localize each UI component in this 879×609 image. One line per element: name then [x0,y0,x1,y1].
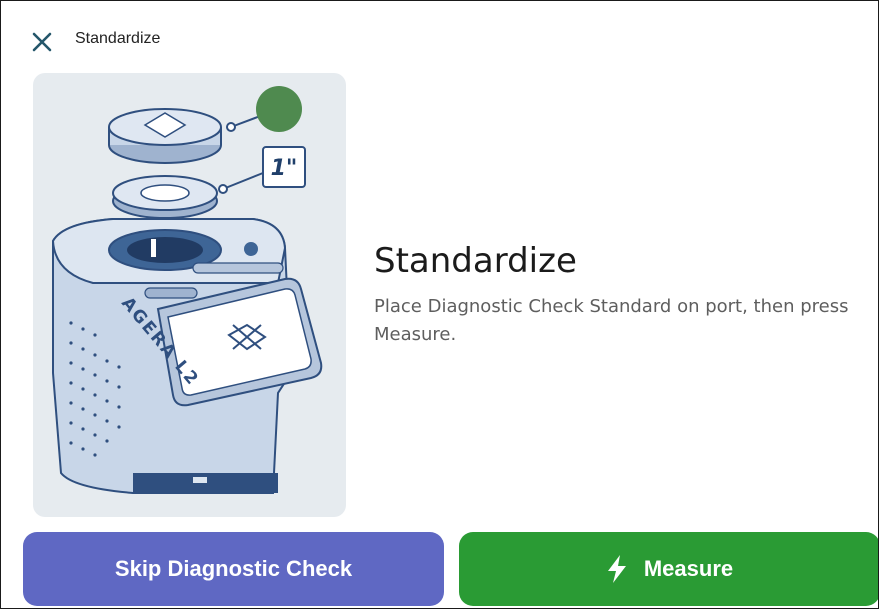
skip-diagnostic-check-button[interactable]: Skip Diagnostic Check [23,532,444,606]
status-indicator [256,86,302,132]
header-title: Standardize [75,30,161,47]
measure-button-label: Measure [643,556,734,581]
header: Standardize [1,1,878,73]
check-standard-disc [108,108,222,164]
dialog-frame: Standardize 1" AGERA L2 Standardize Plac… [0,0,879,609]
device-illustration: 1" AGERA L2 [33,73,346,517]
device-body: AGERA L2 [51,218,323,494]
lightning-bolt-icon [606,554,628,584]
close-icon [32,32,52,52]
instruction-text: Place Diagnostic Check Standard on port,… [374,296,849,345]
measure-button[interactable]: Measure [459,532,878,606]
close-button[interactable] [27,27,57,57]
page-title: Standardize [374,241,577,281]
instruction-content: Standardize Place Diagnostic Check Stand… [374,241,864,349]
sample-cup [112,175,218,219]
agera-device-image: 1" AGERA L2 [51,86,323,494]
skip-button-label: Skip Diagnostic Check [114,556,353,581]
size-label: 1" [271,156,298,181]
size-label-box: 1" [262,146,306,188]
